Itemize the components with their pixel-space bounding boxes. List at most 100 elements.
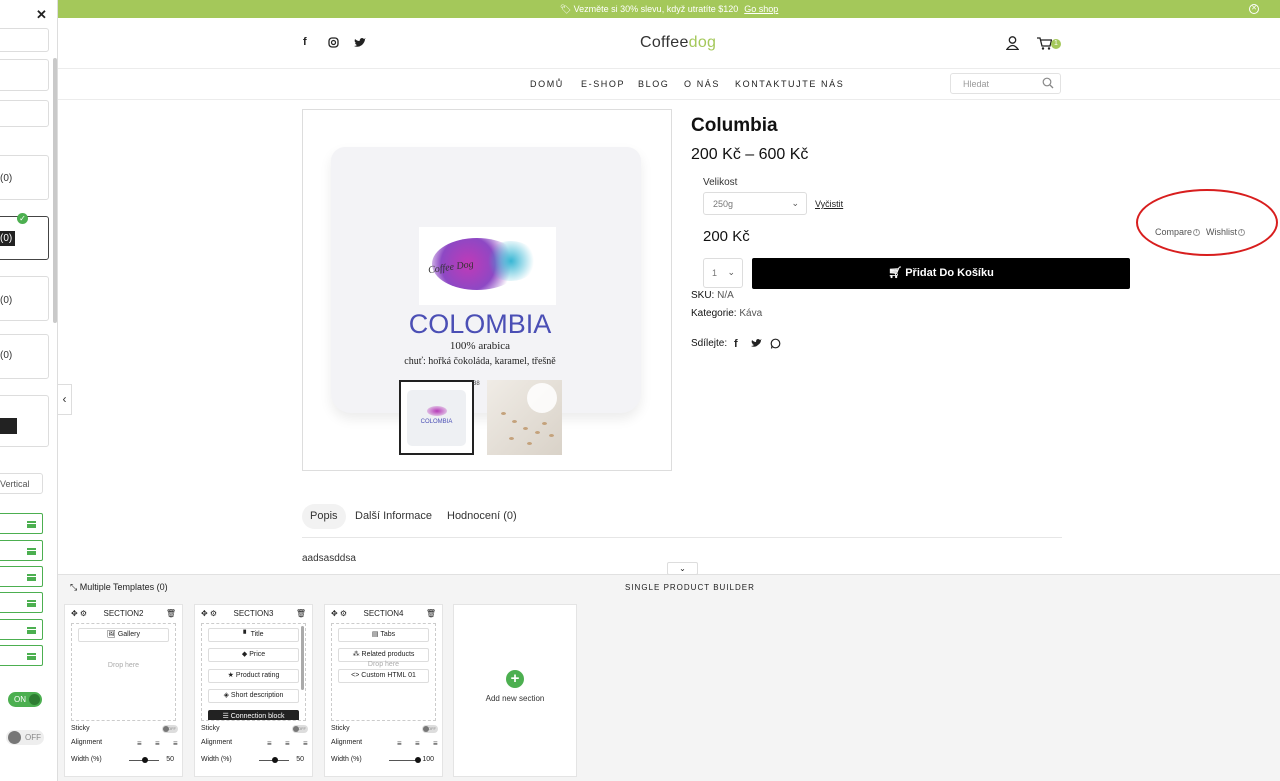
align-right-icon[interactable]: ≡ [433, 739, 438, 748]
gallery-thumbnail-2[interactable] [487, 380, 562, 455]
user-icon[interactable] [1006, 36, 1019, 50]
sticky-toggle[interactable]: OFF [162, 725, 178, 733]
drag-handle-icon[interactable] [27, 521, 36, 528]
close-icon[interactable]: ✕ [36, 7, 47, 23]
panel-green-item[interactable] [0, 513, 43, 534]
trash-icon[interactable]: 🗑︎ [426, 609, 436, 618]
nav-item-domu[interactable]: DOMŮ [530, 79, 564, 89]
builder-section[interactable]: SECTION2 ✥ ⚙ 🗑︎ 🖼 Gallery Drop here Sticky… [64, 604, 183, 777]
close-announcement-icon[interactable]: ✕ [1249, 4, 1259, 14]
slider-knob[interactable] [272, 757, 278, 763]
category-link[interactable]: Káva [739, 308, 762, 319]
builder-section[interactable]: SECTION4 ✥ ⚙ 🗑︎ ▤ Tabs ⁂ Related products … [324, 604, 443, 777]
sticky-label: Sticky [71, 725, 90, 732]
section-scrollbar[interactable] [301, 626, 304, 690]
quantity-select[interactable]: 1 ⌄ [703, 258, 743, 288]
align-right-icon[interactable]: ≡ [303, 739, 308, 748]
section-dropzone[interactable]: ▤ Tabs ⁂ Related products Drop here <> C… [331, 623, 436, 721]
align-left-icon[interactable]: ≡ [397, 739, 402, 748]
builder-collapse-chevron-icon[interactable]: ⌄ [667, 562, 698, 575]
cart-icon[interactable] [1037, 37, 1052, 50]
panel-collapse-arrow-icon[interactable]: ‹ [58, 384, 72, 415]
panel-green-item[interactable] [0, 566, 43, 587]
instagram-icon[interactable] [328, 37, 339, 48]
clear-variant-link[interactable]: Vyčistit [815, 199, 843, 209]
builder-section[interactable]: SECTION3 ✥ ⚙ 🗑︎ ▘ Title ◆ Price ★ Product … [194, 604, 313, 777]
align-left-icon[interactable]: ≡ [267, 739, 272, 748]
panel-green-item[interactable] [0, 592, 43, 613]
site-logo[interactable]: Coffeedog [640, 34, 716, 52]
share-twitter-icon[interactable] [751, 339, 762, 348]
share-whatsapp-icon[interactable] [770, 338, 781, 349]
width-slider[interactable] [259, 757, 289, 763]
widget-price[interactable]: ◆ Price [208, 648, 299, 662]
widget-short-description[interactable]: ◈ Short description [208, 689, 299, 703]
align-center-icon[interactable]: ≡ [415, 739, 420, 748]
facebook-icon[interactable]: f [303, 36, 307, 48]
share-facebook-icon[interactable]: f [734, 338, 738, 350]
move-gear-icon[interactable]: ✥ ⚙ [331, 609, 347, 618]
trash-icon[interactable]: 🗑︎ [166, 609, 176, 618]
drag-handle-icon[interactable] [27, 653, 36, 660]
nav-item-eshop[interactable]: E-SHOP [581, 79, 625, 89]
add-new-section-button[interactable]: + Add new section [453, 604, 577, 777]
search-placeholder: Hledat [963, 79, 990, 89]
widget-connection-block[interactable]: ☰ Connection block [208, 710, 299, 720]
drag-handle-icon[interactable] [27, 627, 36, 634]
toggle-on[interactable]: ON [8, 692, 42, 707]
gallery-thumbnail-1[interactable]: COLOMBIA [399, 380, 474, 455]
multiple-templates-button[interactable]: ⤡ Multiple Templates (0) [70, 582, 168, 593]
sticky-toggle[interactable]: OFF [292, 725, 308, 733]
width-slider[interactable] [129, 757, 159, 763]
align-right-icon[interactable]: ≡ [173, 739, 178, 748]
left-panel-scrollbar[interactable] [53, 58, 57, 323]
toggle-off[interactable]: OFF [6, 730, 44, 745]
add-to-cart-button[interactable]: 🛒︎ Přidat Do Košíku [752, 258, 1130, 289]
section-dropzone[interactable]: ▘ Title ◆ Price ★ Product rating ◈ Short… [201, 623, 306, 721]
go-shop-link[interactable]: Go shop [744, 4, 778, 14]
drag-handle-icon[interactable] [27, 600, 36, 607]
toggle-off-label: OFF [25, 733, 41, 742]
panel-green-item[interactable] [0, 540, 43, 561]
variant-select[interactable]: 250g ⌄ [703, 192, 807, 215]
search-icon[interactable] [1042, 77, 1054, 89]
align-left-icon[interactable]: ≡ [137, 739, 142, 748]
announcement-text: 🏷 Vezměte si 30% slevu, když utratíte $1… [559, 4, 739, 14]
tab-dalsi-informace[interactable]: Další Informace [347, 504, 440, 529]
slider-knob[interactable] [415, 757, 421, 763]
move-gear-icon[interactable]: ✥ ⚙ [201, 609, 217, 618]
trash-icon[interactable]: 🗑︎ [296, 609, 306, 618]
align-center-icon[interactable]: ≡ [155, 739, 160, 748]
widget-custom-html[interactable]: <> Custom HTML 01 [338, 669, 429, 683]
widget-product-rating[interactable]: ★ Product rating [208, 669, 299, 683]
drag-handle-icon[interactable] [27, 574, 36, 581]
tab-hodnoceni[interactable]: Hodnocení (0) [439, 504, 525, 529]
nav-item-kontakt[interactable]: KONTAKTUJTE NÁS [735, 79, 844, 89]
panel-dark-swatch[interactable] [0, 418, 17, 434]
quantity-value: 1 [712, 268, 718, 278]
widget-tabs[interactable]: ▤ Tabs [338, 628, 429, 642]
nav-item-o-nas[interactable]: O NÁS [684, 79, 720, 89]
panel-field[interactable] [0, 28, 49, 52]
panel-green-item[interactable] [0, 619, 43, 640]
widget-title[interactable]: ▘ Title [208, 628, 299, 642]
nav-item-blog[interactable]: BLOG [638, 79, 669, 89]
panel-field[interactable] [0, 100, 49, 127]
panel-green-item[interactable]: o [0, 645, 43, 666]
search-input[interactable]: Hledat [950, 73, 1061, 94]
move-gear-icon[interactable]: ✥ ⚙ [71, 609, 87, 618]
width-slider[interactable] [389, 757, 421, 763]
sticky-toggle[interactable]: OFF [422, 725, 438, 733]
slider-knob[interactable] [142, 757, 148, 763]
panel-field[interactable] [0, 59, 49, 91]
align-center-icon[interactable]: ≡ [285, 739, 290, 748]
thumbnail-splash [427, 406, 447, 416]
section-dropzone[interactable]: 🖼 Gallery Drop here [71, 623, 176, 721]
widget-gallery[interactable]: 🖼 Gallery [78, 628, 169, 642]
alignment-label: Alignment [201, 739, 233, 746]
tab-popis[interactable]: Popis [302, 504, 346, 529]
variant-select-value: 250g [713, 199, 734, 209]
drag-handle-icon[interactable] [27, 548, 36, 555]
widget-related-products[interactable]: ⁂ Related products [338, 648, 429, 662]
twitter-icon[interactable] [354, 38, 366, 48]
